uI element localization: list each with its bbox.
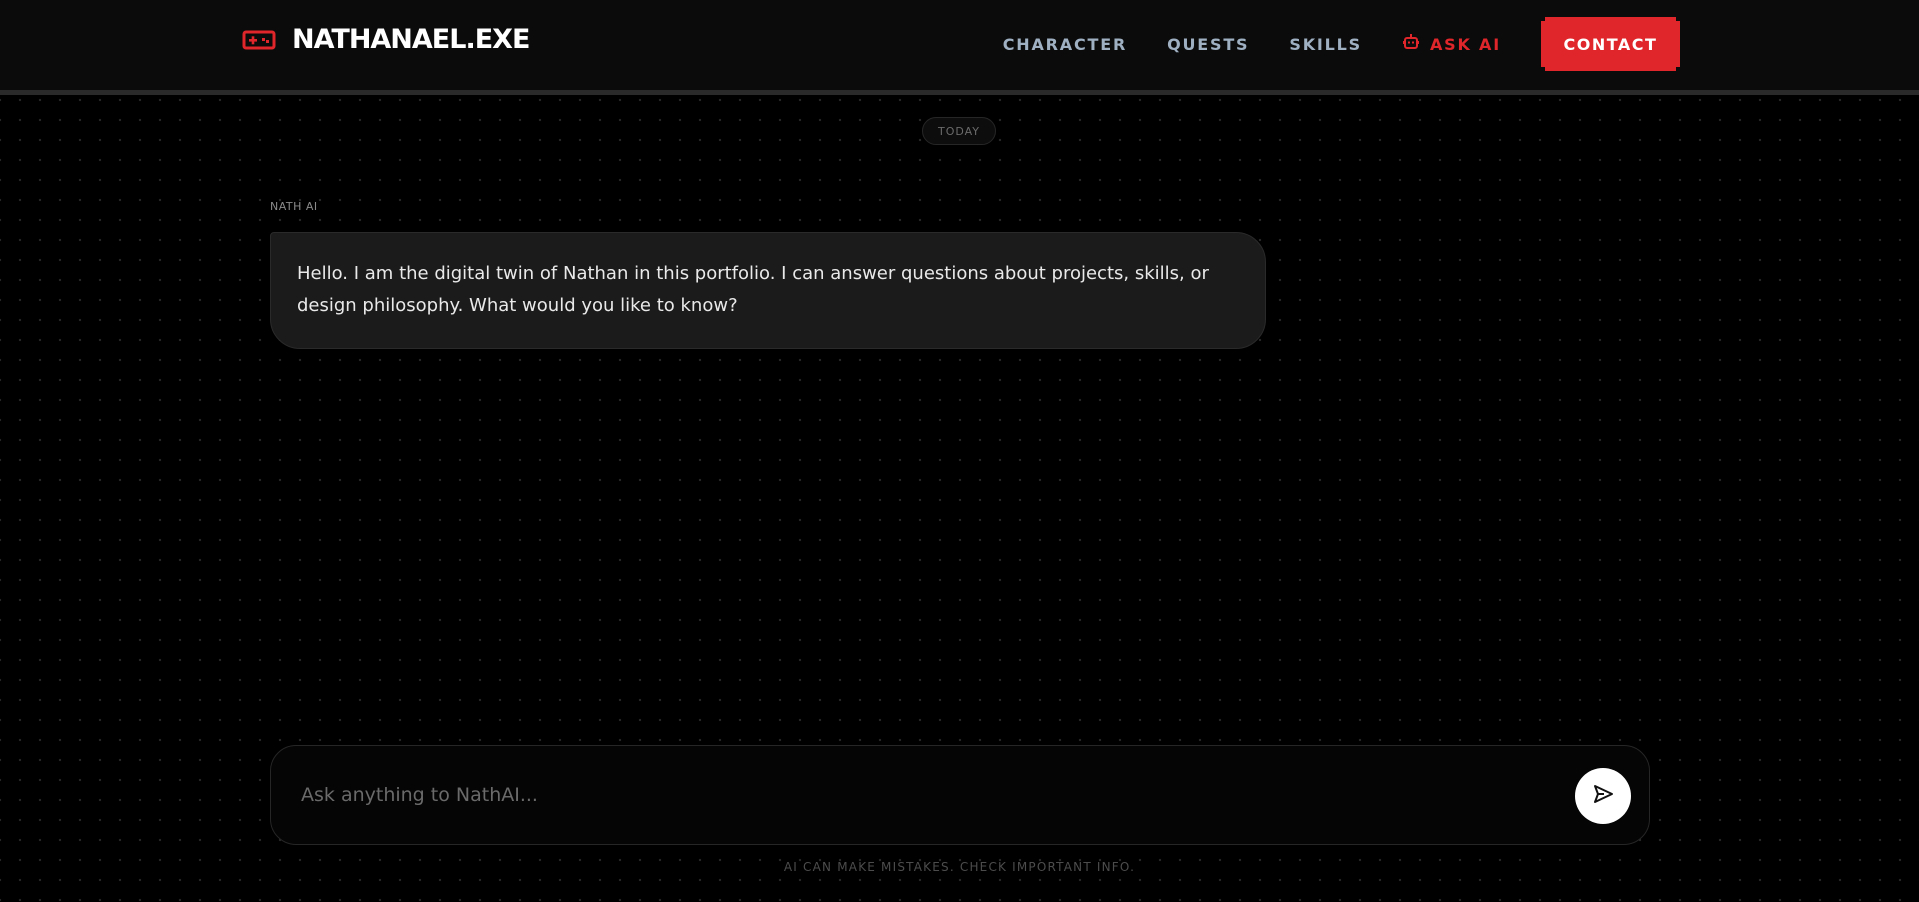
ai-disclaimer: AI CAN MAKE MISTAKES. CHECK IMPORTANT IN… [783,860,1136,874]
date-divider: TODAY [922,117,996,145]
nav-item-ask-ai[interactable]: ASK AI [1402,33,1501,55]
nav-item-ask-ai-label: ASK AI [1429,34,1501,54]
nav-item-skills[interactable]: SKILLS [1289,35,1362,54]
gamepad-icon [242,29,276,51]
chat-input[interactable] [299,776,1523,814]
send-icon [1591,782,1615,810]
chat-composer [270,745,1650,845]
brand-title: NATHANAEL.EXE [292,24,530,55]
robot-icon [1402,33,1420,55]
brand[interactable]: NATHANAEL.EXE [242,24,530,55]
nav-item-character[interactable]: CHARACTER [1003,35,1127,54]
main-nav: CHARACTER QUESTS SKILLS ASK AI CONTACT [1003,17,1680,71]
assistant-message-bubble: Hello. I am the digital twin of Nathan i… [270,232,1266,349]
message-sender: NATH AI [270,200,318,213]
page: NATHANAEL.EXE CHARACTER QUESTS SKILLS AS… [0,0,1919,902]
nav-item-quests[interactable]: QUESTS [1167,35,1249,54]
send-button[interactable] [1575,768,1631,824]
contact-button[interactable]: CONTACT [1541,17,1680,71]
top-nav-bar: NATHANAEL.EXE CHARACTER QUESTS SKILLS AS… [0,0,1919,95]
